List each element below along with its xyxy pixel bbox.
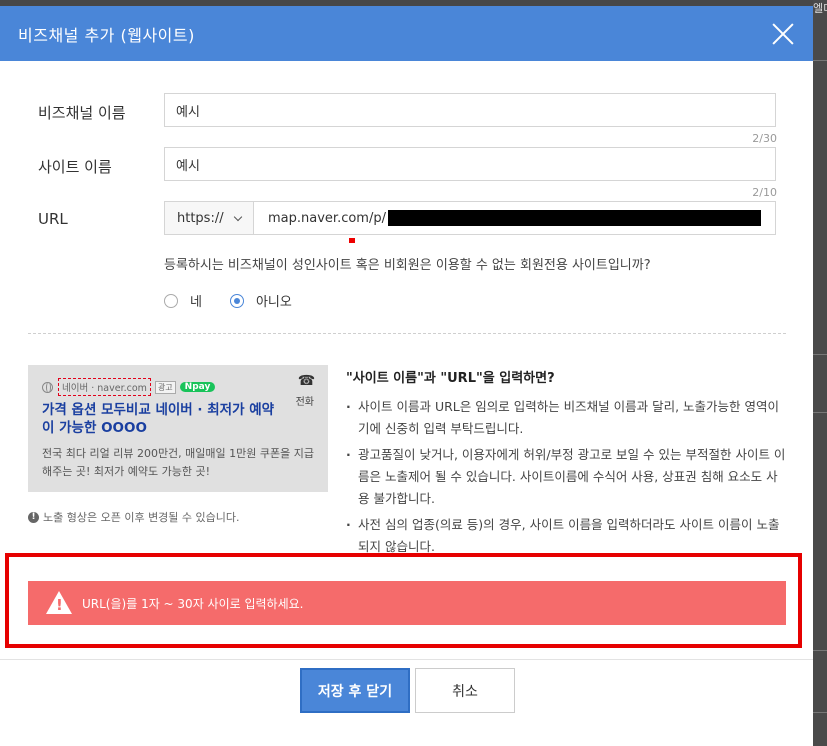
site-name-label: 사이트 이름 [38, 158, 112, 176]
radio-yes-label: 네 [190, 295, 202, 310]
url-input[interactable]: map.naver.com/p/ [253, 201, 776, 235]
protocol-select[interactable]: https:// [164, 201, 254, 235]
ad-badge: 광고 [154, 380, 176, 394]
phone-icon [298, 373, 315, 389]
preview-note: ! 노출 형상은 오픈 이후 변경될 수 있습니다. [28, 509, 240, 525]
url-value: map.naver.com/p/ [268, 210, 386, 226]
bizchannel-name-input[interactable]: 예시 [164, 93, 776, 127]
warning-icon [46, 591, 72, 615]
preview-note-text: 노출 형상은 오픈 이후 변경될 수 있습니다. [43, 511, 240, 524]
url-error-marker [349, 238, 355, 243]
bizchannel-name-label: 비즈채널 이름 [38, 104, 126, 122]
npay-badge: Npay [179, 382, 216, 392]
adult-site-radio-group: 네 아니오 [164, 291, 320, 310]
preview-site-name: 네이버 · naver.com [58, 378, 151, 396]
site-name-counter: 2/10 [752, 186, 777, 199]
radio-yes[interactable] [164, 293, 178, 308]
save-close-button[interactable]: 저장 후 닫기 [300, 668, 410, 713]
background-right-panel [813, 0, 827, 746]
error-banner: URL(을)를 1자 ~ 30자 사이로 입력하세요. [28, 581, 786, 625]
guide-item: 광고품질이 낮거나, 이용자에게 허위/부정 광고로 보일 수 있는 부적절한 … [346, 444, 786, 510]
guide-item: 사전 심의 업종(의료 등)의 경우, 사이트 이름을 입력하더라도 사이트 이… [346, 514, 786, 558]
guide-section: "사이트 이름"과 "URL"을 입력하면? 사이트 이름과 URL은 임의로 … [346, 367, 786, 562]
chevron-down-icon [233, 212, 243, 221]
info-icon: ! [28, 511, 39, 523]
background-label: 엘미 [813, 2, 827, 15]
preview-description: 전국 최다 리얼 리뷰 200만건, 매일매일 1만원 쿠폰을 지급해주는 곳!… [42, 447, 314, 478]
preview-phone: 전화 [295, 373, 316, 408]
modal-header: 비즈채널 추가 (웹사이트) [0, 6, 813, 61]
bizchannel-name-counter: 2/30 [752, 132, 777, 145]
section-divider [28, 333, 786, 334]
close-icon[interactable] [771, 22, 795, 46]
footer-divider [0, 659, 813, 660]
preview-title: 가격 옵션 모두비교 네이버 · 최저가 예약이 가능한 OOOO [42, 402, 275, 436]
phone-label: 전화 [295, 397, 314, 408]
guide-title: "사이트 이름"과 "URL"을 입력하면? [346, 371, 555, 386]
ad-preview-card: 네이버 · naver.com 광고 Npay 전화 가격 옵션 모두비교 네이… [28, 365, 328, 492]
radio-option-no[interactable]: 아니오 [229, 291, 292, 310]
protocol-value: https:// [177, 210, 224, 226]
preview-site-row: 네이버 · naver.com 광고 Npay [42, 378, 216, 396]
globe-icon [42, 381, 53, 393]
error-message: URL(을)를 1자 ~ 30자 사이로 입력하세요. [82, 596, 304, 611]
adult-site-question: 등록하시는 비즈채널이 성인사이트 혹은 비회원은 이용할 수 없는 회원전용 … [164, 258, 651, 273]
guide-item: 사이트 이름과 URL은 임의로 입력하는 비즈채널 이름과 달리, 노출가능한… [346, 396, 786, 440]
cancel-button[interactable]: 취소 [415, 668, 515, 713]
radio-no[interactable] [229, 293, 244, 308]
url-label: URL [38, 210, 68, 228]
radio-option-yes[interactable]: 네 [164, 291, 202, 310]
radio-no-label: 아니오 [255, 295, 292, 310]
site-name-input[interactable]: 예시 [164, 147, 776, 181]
modal-title: 비즈채널 추가 (웹사이트) [18, 25, 195, 45]
redacted-block [387, 210, 761, 226]
